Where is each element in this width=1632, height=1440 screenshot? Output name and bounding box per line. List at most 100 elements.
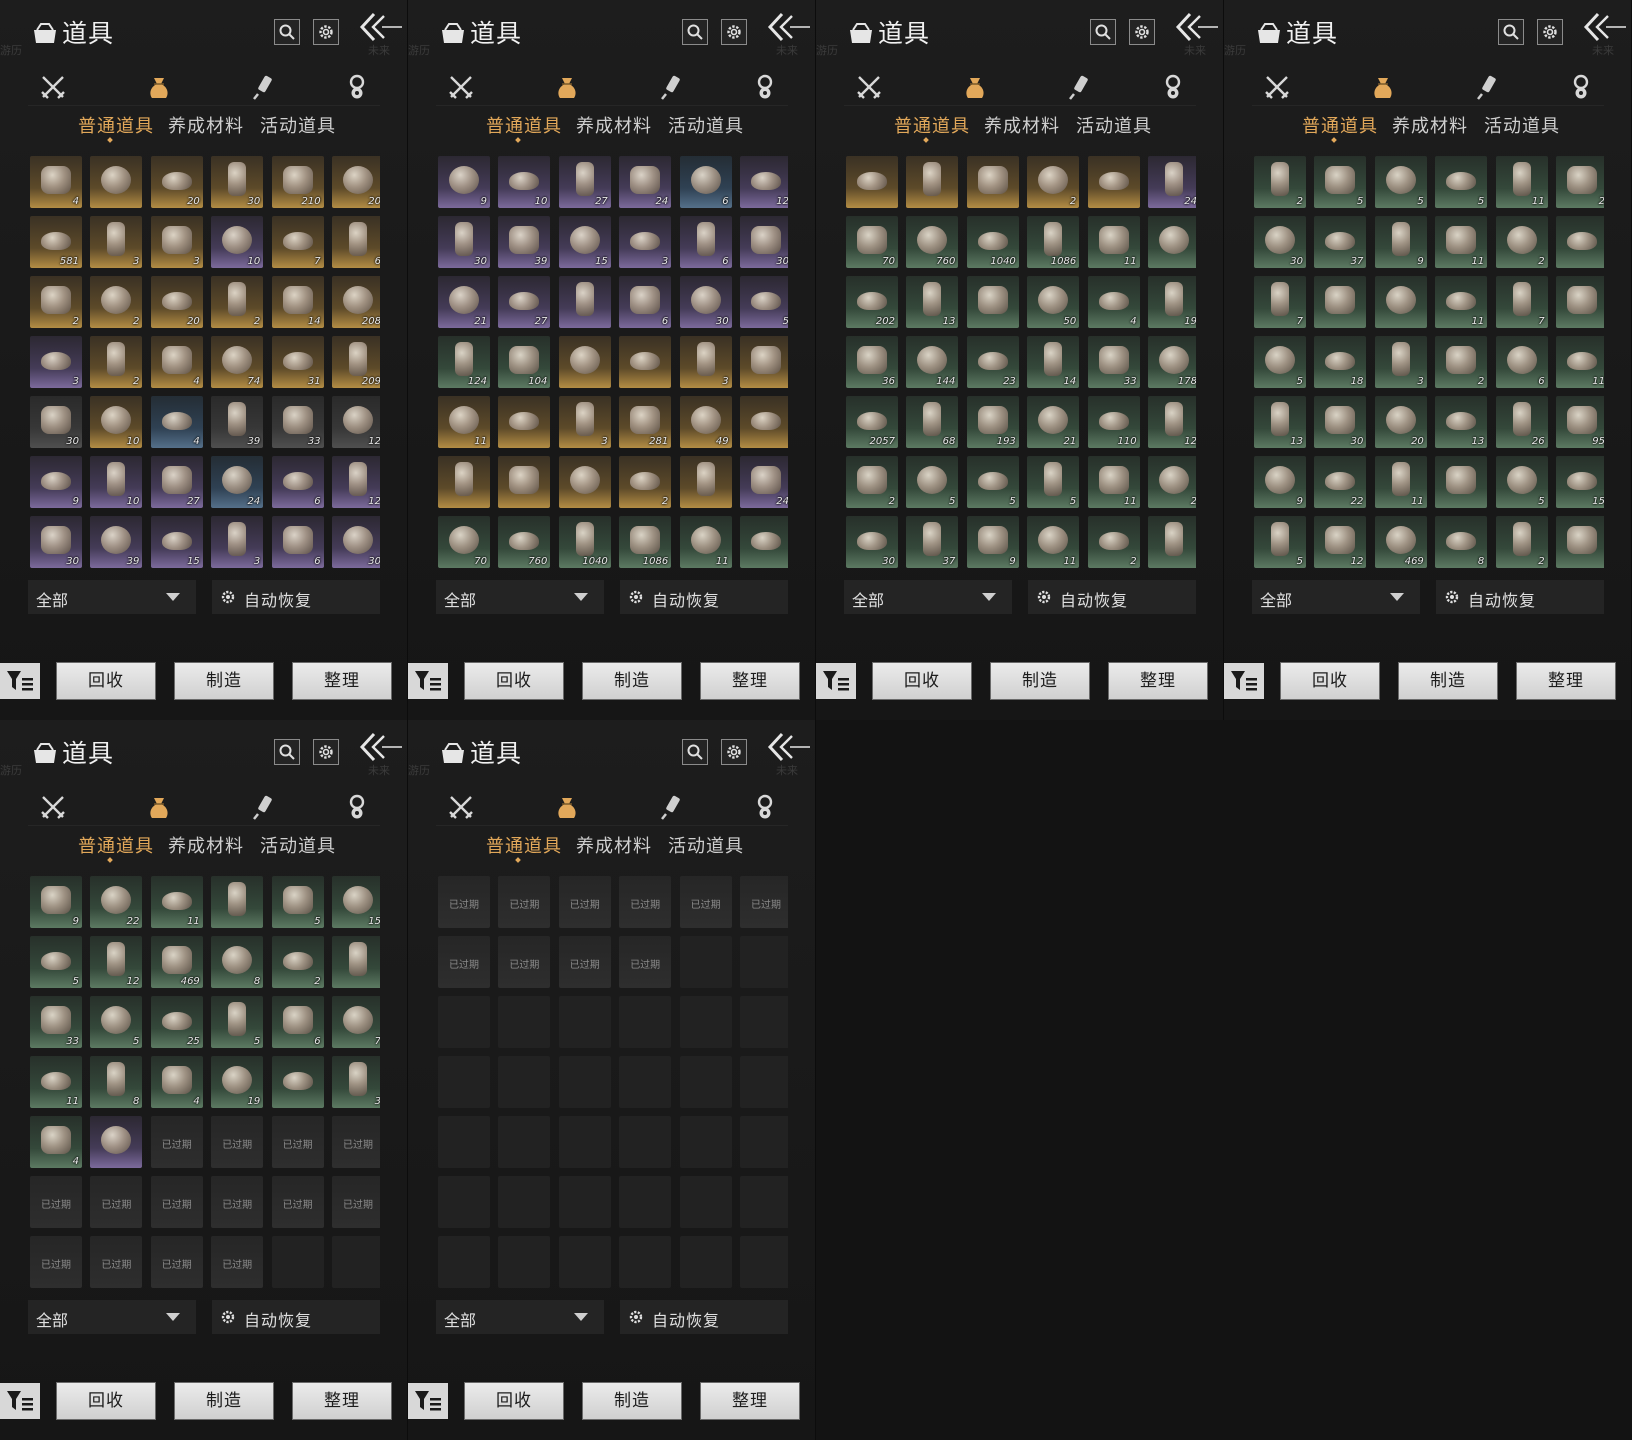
item-slot[interactable]: 11 bbox=[30, 1056, 82, 1108]
item-slot[interactable]: 110 bbox=[1087, 396, 1140, 448]
item-slot[interactable] bbox=[498, 396, 551, 448]
item-slot[interactable]: 39 bbox=[211, 396, 264, 448]
item-slot[interactable]: 21 bbox=[438, 276, 490, 328]
recycle-button[interactable]: 回收 bbox=[464, 662, 564, 700]
item-slot[interactable] bbox=[211, 876, 264, 928]
item-slot[interactable] bbox=[1087, 156, 1140, 208]
item-slot[interactable]: 10 bbox=[90, 456, 143, 508]
subtab-growth-materials[interactable]: 养成材料 bbox=[576, 832, 652, 858]
item-slot[interactable]: 3 bbox=[211, 516, 264, 568]
item-slot[interactable]: 6 bbox=[271, 516, 324, 568]
item-slot[interactable]: 5 bbox=[1314, 156, 1367, 208]
category-tab-medals[interactable] bbox=[1558, 70, 1602, 106]
item-slot[interactable]: 11 bbox=[1087, 456, 1140, 508]
expired-item-slot[interactable]: 已过期 bbox=[211, 1176, 264, 1228]
item-slot[interactable]: 14 bbox=[1027, 336, 1080, 388]
category-tab-weapons[interactable] bbox=[30, 70, 74, 106]
settings-button[interactable] bbox=[721, 739, 747, 765]
item-slot[interactable]: 2 bbox=[271, 936, 324, 988]
double-chevron-left-icon[interactable] bbox=[1174, 10, 1220, 44]
subtab-event-items[interactable]: 活动道具 bbox=[1484, 112, 1560, 138]
item-slot[interactable]: 11 bbox=[1374, 456, 1427, 508]
item-slot[interactable]: 1086 bbox=[619, 516, 672, 568]
item-slot[interactable]: 5 bbox=[966, 456, 1019, 508]
item-slot[interactable]: 19 bbox=[211, 1056, 264, 1108]
item-grid[interactable]: 2 24 70 760 1040 1086 11 202 13 50 4 19 36 144 23 14 33 1… bbox=[846, 156, 1196, 576]
category-tab-items[interactable] bbox=[1360, 70, 1404, 106]
item-slot[interactable]: 1040 bbox=[966, 216, 1019, 268]
item-slot[interactable]: 24 bbox=[619, 156, 672, 208]
item-slot[interactable] bbox=[740, 516, 788, 568]
filter-button[interactable] bbox=[0, 663, 40, 699]
item-slot[interactable]: 104 bbox=[498, 336, 551, 388]
item-slot[interactable]: 4 bbox=[150, 1056, 203, 1108]
settings-button[interactable] bbox=[1537, 19, 1563, 45]
item-slot[interactable]: 95 bbox=[1556, 396, 1604, 448]
item-slot[interactable]: 30 bbox=[30, 516, 82, 568]
item-slot[interactable] bbox=[271, 1056, 324, 1108]
item-slot[interactable]: 6 bbox=[679, 156, 732, 208]
subtab-general-items[interactable]: 普通道具 bbox=[78, 112, 154, 138]
item-slot[interactable]: 27 bbox=[498, 276, 551, 328]
subtab-growth-materials[interactable]: 养成材料 bbox=[1392, 112, 1468, 138]
item-slot[interactable]: 8 bbox=[1435, 516, 1488, 568]
sort-button[interactable]: 整理 bbox=[1516, 662, 1616, 700]
item-slot[interactable]: 22 bbox=[90, 876, 143, 928]
category-tab-items[interactable] bbox=[952, 70, 996, 106]
expired-item-slot[interactable]: 已过期 bbox=[211, 1116, 264, 1168]
item-slot[interactable]: 10 bbox=[211, 216, 264, 268]
item-slot[interactable]: 19 bbox=[1148, 276, 1196, 328]
item-grid[interactable]: 9 10 27 24 6 12 30 39 15 3 6 30 21 27 6 30 5 124 104 3 11 3 28… bbox=[438, 156, 788, 576]
category-tab-scrolls[interactable] bbox=[242, 790, 286, 826]
item-slot[interactable] bbox=[1556, 276, 1604, 328]
item-slot[interactable]: 2 bbox=[1495, 216, 1548, 268]
item-slot[interactable]: 22 bbox=[1314, 456, 1367, 508]
category-tab-medals[interactable] bbox=[334, 70, 378, 106]
item-slot[interactable]: 33 bbox=[30, 996, 82, 1048]
expired-item-slot[interactable]: 已过期 bbox=[332, 1116, 380, 1168]
filter-dropdown[interactable]: 全部 bbox=[436, 1300, 604, 1334]
item-slot[interactable]: 178 bbox=[1148, 336, 1196, 388]
search-button[interactable] bbox=[682, 739, 708, 765]
expired-item-slot[interactable]: 已过期 bbox=[740, 876, 788, 928]
filter-button[interactable] bbox=[816, 663, 856, 699]
item-slot[interactable] bbox=[558, 456, 611, 508]
item-slot[interactable]: 5 bbox=[1374, 156, 1427, 208]
item-slot[interactable]: 6 bbox=[679, 216, 732, 268]
item-slot[interactable]: 11 bbox=[679, 516, 732, 568]
item-grid[interactable]: 2555112303791127117518326111330201326959… bbox=[1254, 156, 1604, 576]
item-slot[interactable]: 281 bbox=[619, 396, 672, 448]
category-tab-weapons[interactable] bbox=[438, 790, 482, 826]
expired-item-slot[interactable]: 已过期 bbox=[332, 1176, 380, 1228]
double-chevron-left-icon[interactable] bbox=[766, 730, 812, 764]
filter-button[interactable] bbox=[1224, 663, 1264, 699]
category-tab-scrolls[interactable] bbox=[1466, 70, 1510, 106]
item-slot[interactable]: 2057 bbox=[846, 396, 898, 448]
expired-item-slot[interactable]: 已过期 bbox=[150, 1176, 203, 1228]
item-slot[interactable]: 3 bbox=[679, 336, 732, 388]
filter-dropdown[interactable]: 全部 bbox=[28, 1300, 196, 1334]
expired-item-slot[interactable]: 已过期 bbox=[619, 876, 672, 928]
item-slot[interactable] bbox=[619, 336, 672, 388]
item-slot[interactable]: 11 bbox=[1435, 216, 1488, 268]
category-tab-scrolls[interactable] bbox=[1058, 70, 1102, 106]
item-slot[interactable]: 30 bbox=[211, 156, 264, 208]
item-slot[interactable]: 9 bbox=[30, 456, 82, 508]
item-slot[interactable]: 11 bbox=[1087, 216, 1140, 268]
item-slot[interactable]: 15 bbox=[1556, 456, 1604, 508]
item-slot[interactable]: 20 bbox=[332, 156, 380, 208]
item-slot[interactable]: 74 bbox=[211, 336, 264, 388]
item-slot[interactable]: 31 bbox=[271, 336, 324, 388]
auto-recover-toggle[interactable]: 自动恢复 bbox=[620, 1300, 788, 1334]
category-tab-scrolls[interactable] bbox=[242, 70, 286, 106]
item-slot[interactable] bbox=[1435, 456, 1488, 508]
item-slot[interactable]: 2 bbox=[846, 456, 898, 508]
item-slot[interactable]: 4 bbox=[1087, 276, 1140, 328]
expired-item-slot[interactable]: 已过期 bbox=[30, 1176, 82, 1228]
category-tab-weapons[interactable] bbox=[846, 70, 890, 106]
item-slot[interactable]: 39 bbox=[90, 516, 143, 568]
expired-item-slot[interactable]: 已过期 bbox=[558, 936, 611, 988]
craft-button[interactable]: 制造 bbox=[582, 662, 682, 700]
item-slot[interactable]: 3 bbox=[90, 216, 143, 268]
item-slot[interactable] bbox=[90, 1116, 143, 1168]
